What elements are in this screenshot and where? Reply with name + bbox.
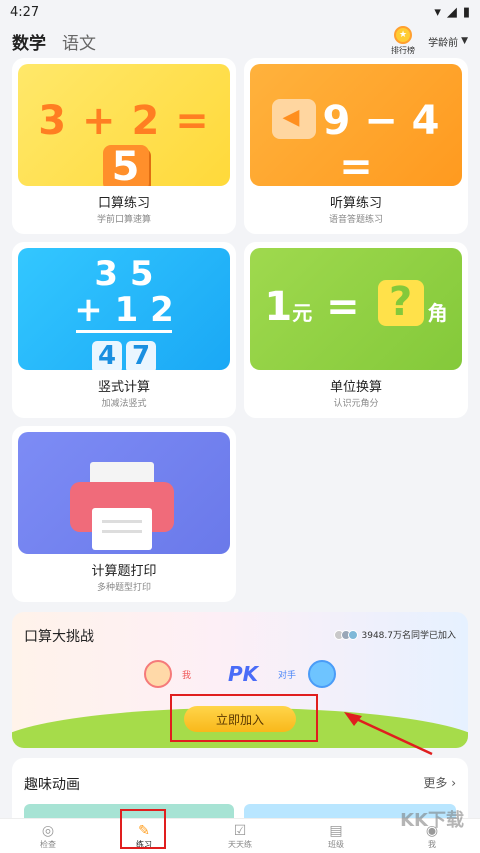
tab-label: 检查 — [40, 839, 56, 849]
me-label: 我 — [182, 671, 192, 681]
mental-math-illustration: 3 + 2 = 5 — [18, 64, 230, 186]
class-icon: ▤ — [329, 822, 343, 839]
wifi-icon: ▾ — [434, 4, 441, 20]
card-title: 竖式计算 — [97, 380, 150, 395]
vertical-mid: + 1 2 — [74, 290, 174, 330]
tab-class[interactable]: ▤ 班级 — [288, 819, 384, 853]
status-bar: 4:27 ▾ ◢ ▮ — [0, 0, 480, 24]
card-subtitle: 认识元角分 — [333, 399, 379, 409]
top-bar: 数学 语文 ★ 排行榜 学龄前 ▼ — [0, 24, 480, 58]
age-label: 学龄前 — [428, 37, 459, 49]
unit-jiao: 角 — [427, 301, 448, 325]
card-subtitle: 语音答题练习 — [328, 215, 383, 225]
tab-label: 班级 — [328, 839, 344, 849]
tab-label: 我 — [428, 839, 436, 849]
card-vertical-calc[interactable]: 3 5 + 1 2 47 竖式计算 加减法竖式 — [12, 242, 236, 418]
result-digit: 4 — [92, 341, 122, 370]
tab-practice[interactable]: ✎ 练习 — [96, 809, 192, 853]
card-title: 单位换算 — [329, 380, 382, 395]
tab-daily[interactable]: ☑ 天天练 — [192, 819, 288, 853]
vertical-top: 3 5 — [94, 254, 154, 294]
mental-math-visual: 3 + 2 = 5 — [18, 98, 230, 186]
listening-math-illustration: 9 − 4 = — [250, 64, 462, 186]
camera-icon: ◎ — [41, 822, 55, 839]
participant-avatars — [333, 629, 358, 640]
participant-count: 3948.7万名同学已加入 — [333, 628, 457, 641]
leaderboard-button[interactable]: ★ 排行榜 — [386, 24, 420, 58]
card-subtitle: 多种题型打印 — [96, 583, 151, 593]
challenge-title: 口算大挑战 — [24, 629, 94, 645]
divider — [76, 330, 172, 333]
unit-yuan: 元 — [292, 301, 313, 325]
vertical-result: 47 — [18, 335, 230, 370]
result-digit: 7 — [126, 341, 156, 370]
unit-conversion-illustration: 1元 = ? 角 — [250, 248, 462, 370]
card-mental-math[interactable]: 3 + 2 = 5 口算练习 学前口算速算 — [12, 58, 236, 234]
leaderboard-label: 排行榜 — [391, 46, 415, 55]
participant-count-text: 3948.7万名同学已加入 — [361, 631, 457, 641]
opponent-label: 对手 — [278, 671, 297, 681]
medal-icon: ★ — [394, 26, 412, 44]
status-time: 4:27 — [10, 4, 40, 20]
card-subtitle: 加减法竖式 — [101, 399, 147, 409]
opponent-avatar — [308, 660, 336, 688]
vertical-calc-illustration: 3 5 + 1 2 47 — [18, 248, 230, 370]
card-title: 听算练习 — [329, 196, 382, 211]
chevron-down-icon: ▼ — [461, 36, 468, 46]
watermark: KK下载 — [400, 810, 464, 831]
unit-number: 1 — [264, 284, 293, 330]
my-avatar — [144, 660, 172, 688]
battery-icon: ▮ — [462, 4, 470, 20]
card-print[interactable]: 计算题打印 多种题型打印 — [12, 426, 236, 602]
annotation-highlight-box — [170, 694, 318, 742]
printer-icon — [70, 462, 174, 550]
fun-title: 趣味动画 — [24, 777, 80, 793]
card-title: 口算练习 — [97, 196, 150, 211]
more-link[interactable]: 更多 › — [423, 774, 456, 791]
card-subtitle: 学前口算速算 — [96, 215, 151, 225]
age-selector[interactable]: 学龄前 ▼ — [428, 24, 468, 58]
vertical-calc-visual: 3 5 + 1 2 47 — [18, 256, 230, 370]
card-unit-conversion[interactable]: 1元 = ? 角 单位换算 认识元角分 — [244, 242, 468, 418]
status-icons: ▾ ◢ ▮ — [434, 5, 470, 20]
pk-label: PK — [228, 662, 259, 686]
card-listening-math[interactable]: 9 − 4 = 听算练习 语音答题练习 — [244, 58, 468, 234]
card-title: 计算题打印 — [91, 564, 157, 579]
speaker-icon — [272, 99, 317, 139]
unit-conversion-visual: 1元 = ? 角 — [264, 279, 448, 330]
calendar-check-icon: ☑ — [233, 822, 247, 839]
listening-math-visual: 9 − 4 = — [250, 98, 462, 186]
annotation-arrow — [344, 712, 433, 756]
tab-chinese[interactable]: 语文 — [62, 29, 96, 54]
tab-label: 天天练 — [228, 839, 252, 849]
signal-icon: ◢ — [446, 4, 457, 20]
tab-check[interactable]: ◎ 检查 — [0, 819, 96, 853]
question-box: ? — [377, 280, 424, 326]
print-illustration — [18, 432, 230, 554]
tab-math[interactable]: 数学 — [12, 29, 46, 54]
annotation-highlight-box — [120, 809, 166, 849]
